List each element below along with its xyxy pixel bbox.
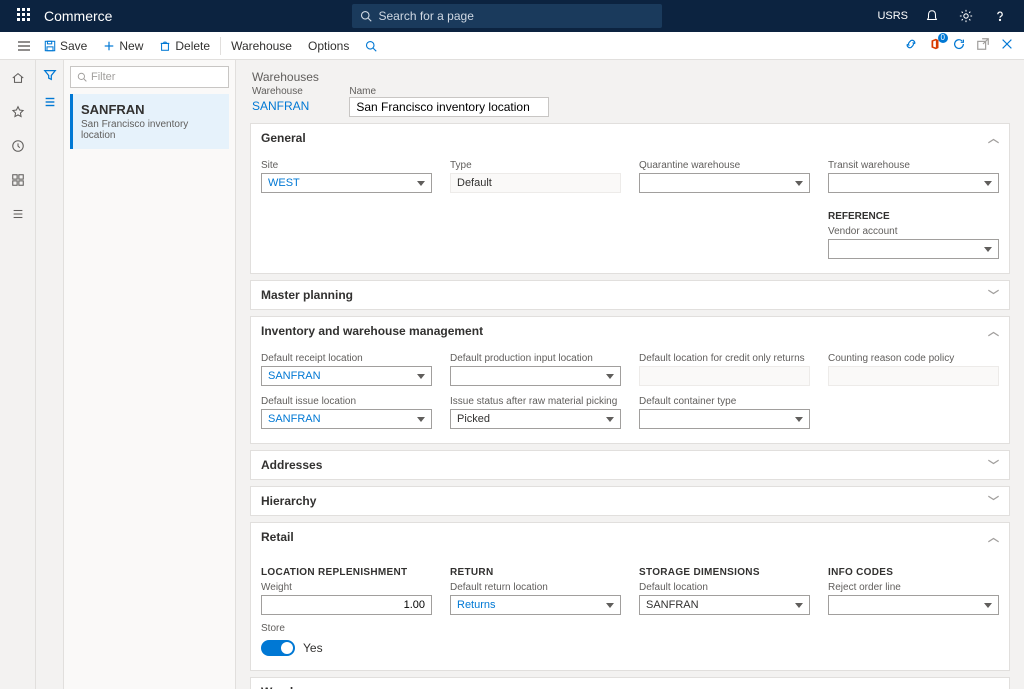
section-inventory-header[interactable]: Inventory and warehouse management ︿ <box>251 317 1009 345</box>
chevron-down-icon: ﹀ <box>988 287 999 303</box>
office-icon[interactable]: 0 <box>928 37 942 54</box>
chevron-up-icon: ︿ <box>988 323 999 339</box>
list-filter-input[interactable]: Filter <box>70 66 229 88</box>
section-master-header[interactable]: Master planning ﹀ <box>251 281 1009 309</box>
container-type-select[interactable] <box>639 409 810 429</box>
hamburger-icon[interactable] <box>12 39 36 53</box>
refresh-icon[interactable] <box>952 37 966 54</box>
content-area: Warehouses Warehouse SANFRAN Name Genera… <box>236 60 1024 689</box>
warehouse-list-item[interactable]: SANFRAN San Francisco inventory location <box>70 94 229 149</box>
new-button[interactable]: New <box>95 32 151 59</box>
warehouse-value[interactable]: SANFRAN <box>252 97 309 113</box>
chevron-up-icon: ︿ <box>988 529 999 545</box>
site-select[interactable]: WEST <box>261 173 432 193</box>
page-heading: Warehouses <box>252 70 1010 84</box>
receipt-loc-select[interactable]: SANFRAN <box>261 366 432 386</box>
default-loc-select[interactable]: SANFRAN <box>639 595 810 615</box>
action-search-icon[interactable] <box>357 32 385 59</box>
delete-button[interactable]: Delete <box>151 32 218 59</box>
save-button[interactable]: Save <box>36 32 95 59</box>
modules-icon[interactable] <box>8 204 28 224</box>
quarantine-select[interactable] <box>639 173 810 193</box>
popout-icon[interactable] <box>976 37 990 54</box>
waffle-icon[interactable] <box>8 8 40 25</box>
section-addresses-header[interactable]: Addresses﹀ <box>251 451 1009 479</box>
menu-options[interactable]: Options <box>300 32 357 59</box>
left-nav-rail <box>0 60 36 689</box>
store-toggle[interactable] <box>261 640 295 656</box>
help-icon[interactable] <box>990 6 1010 26</box>
workspace-icon[interactable] <box>8 170 28 190</box>
return-loc-select[interactable]: Returns <box>450 595 621 615</box>
app-title: Commerce <box>40 8 112 24</box>
chevron-up-icon: ︿ <box>988 130 999 146</box>
type-field: Default <box>450 173 621 193</box>
star-icon[interactable] <box>8 102 28 122</box>
chevron-down-icon: ﹀ <box>988 457 999 473</box>
issue-loc-select[interactable]: SANFRAN <box>261 409 432 429</box>
reason-policy-field <box>828 366 999 386</box>
menu-warehouse[interactable]: Warehouse <box>223 32 300 59</box>
transit-select[interactable] <box>828 173 999 193</box>
prod-input-select[interactable] <box>450 366 621 386</box>
section-retail-header[interactable]: Retail︿ <box>251 523 1009 551</box>
recent-icon[interactable] <box>8 136 28 156</box>
section-general-header[interactable]: General ︿ <box>251 124 1009 152</box>
home-icon[interactable] <box>8 68 28 88</box>
global-search[interactable]: Search for a page <box>352 4 662 28</box>
issue-status-select[interactable]: Picked <box>450 409 621 429</box>
filter-icon[interactable] <box>43 68 57 85</box>
warehouse-label: Warehouse <box>252 86 309 97</box>
gear-icon[interactable] <box>956 6 976 26</box>
search-placeholder: Search for a page <box>378 9 473 23</box>
list-item-subtitle: San Francisco inventory location <box>81 119 221 141</box>
chevron-up-icon: ︿ <box>988 684 999 689</box>
office-badge: 0 <box>938 33 948 43</box>
close-icon[interactable] <box>1000 37 1014 54</box>
name-label: Name <box>349 86 549 97</box>
user-label[interactable]: USRS <box>877 10 908 22</box>
list-item-title: SANFRAN <box>81 102 221 117</box>
bell-icon[interactable] <box>922 6 942 26</box>
list-icon[interactable] <box>43 95 57 112</box>
vendor-select[interactable] <box>828 239 999 259</box>
link-icon[interactable] <box>904 37 918 54</box>
credit-return-field <box>639 366 810 386</box>
section-hierarchy-header[interactable]: Hierarchy﹀ <box>251 487 1009 515</box>
reject-select[interactable] <box>828 595 999 615</box>
chevron-down-icon: ﹀ <box>988 493 999 509</box>
name-input[interactable] <box>349 97 549 117</box>
weight-input[interactable] <box>261 595 432 615</box>
section-warehouse-header[interactable]: Warehouse︿ <box>251 678 1009 689</box>
